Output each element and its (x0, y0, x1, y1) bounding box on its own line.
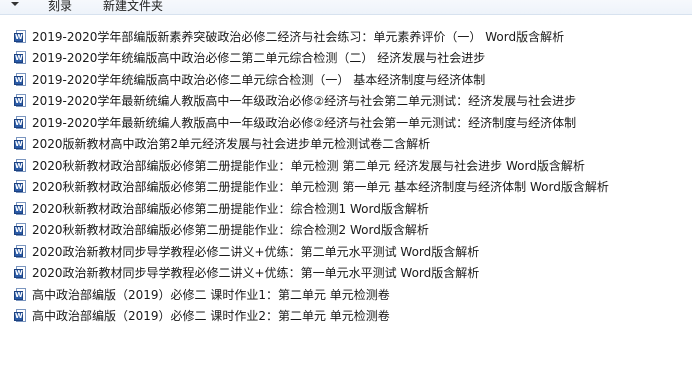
file-name: 2019-2020学年最新统编人教版高中一年级政治必修②经济与社会第一单元测试：… (32, 115, 577, 130)
word-document-icon: W (14, 244, 27, 259)
file-row[interactable]: W 高中政治部编版（2019）必修二 课时作业1：第二单元 单元检测卷 (0, 284, 692, 306)
word-document-icon: W (14, 115, 27, 130)
file-name: 高中政治部编版（2019）必修二 课时作业2：第二单元 单元检测卷 (32, 309, 390, 324)
file-row[interactable]: W 2019-2020学年最新统编人教版高中一年级政治必修②经济与社会第二单元测试… (0, 91, 692, 113)
file-name: 2020秋新教材政治部编版必修第二册提能作业：单元检测 第二单元 经济发展与社会… (32, 158, 585, 173)
file-row[interactable]: W 2020政治新教材同步导学教程必修二讲义+优练：第二单元水平测试 Word版含… (0, 241, 692, 263)
file-name: 2019-2020学年统编版高中政治必修二第二单元综合检测（二） 经济发展与社会… (32, 51, 486, 66)
burn-button[interactable]: 刻录 (48, 0, 72, 14)
word-document-icon: W (14, 287, 27, 302)
file-name: 2020秋新教材政治部编版必修第二册提能作业：综合检测2 Word版含解析 (32, 223, 429, 238)
file-row[interactable]: W 2020政治新教材同步导学教程必修二讲义+优练：第一单元水平测试 Word版含… (0, 263, 692, 285)
word-document-icon: W (14, 29, 27, 44)
chevron-down-icon[interactable] (11, 2, 19, 6)
word-document-icon: W (14, 180, 27, 194)
file-row[interactable]: W 2019-2020学年部编版新素养突破政治必修二经济与社会练习：单元素养评价（… (0, 26, 692, 48)
word-document-icon: W (14, 72, 27, 87)
word-document-icon: W (14, 201, 27, 216)
file-name: 2019-2020学年统编版高中政治必修二单元综合检测（一） 基本经济制度与经济… (32, 72, 486, 87)
file-name: 2020版新教材高中政治第2单元经济发展与社会进步单元检测试卷二含解析 (32, 137, 431, 152)
word-document-icon: W (14, 309, 27, 323)
new-folder-button[interactable]: 新建文件夹 (103, 0, 163, 14)
command-toolbar: 刻录 新建文件夹 (0, 0, 692, 15)
word-document-icon: W (14, 94, 27, 108)
word-document-icon: W (14, 223, 27, 237)
file-name: 2020秋新教材政治部编版必修第二册提能作业：综合检测1 Word版含解析 (32, 201, 429, 216)
file-row[interactable]: W 2020秋新教材政治部编版必修第二册提能作业：综合检测2 Word版含解析 (0, 220, 692, 242)
file-name: 2019-2020学年最新统编人教版高中一年级政治必修②经济与社会第二单元测试：… (32, 94, 577, 109)
file-name: 高中政治部编版（2019）必修二 课时作业1：第二单元 单元检测卷 (32, 287, 390, 302)
word-document-icon: W (14, 158, 27, 173)
explorer-window: 刻录 新建文件夹 W 2019-2020学年部编版新素养突破政治必修二经济与社会练… (0, 0, 692, 372)
file-row[interactable]: W 2019-2020学年统编版高中政治必修二第二单元综合检测（二） 经济发展与社… (0, 48, 692, 70)
file-name: 2020政治新教材同步导学教程必修二讲义+优练：第一单元水平测试 Word版含解… (32, 266, 480, 281)
file-row[interactable]: W 2020秋新教材政治部编版必修第二册提能作业：综合检测1 Word版含解析 (0, 198, 692, 220)
file-row[interactable]: W 高中政治部编版（2019）必修二 课时作业2：第二单元 单元检测卷 (0, 306, 692, 328)
file-name: 2020政治新教材同步导学教程必修二讲义+优练：第二单元水平测试 Word版含解… (32, 244, 480, 259)
file-row[interactable]: W 2020版新教材高中政治第2单元经济发展与社会进步单元检测试卷二含解析 (0, 134, 692, 156)
file-name: 2019-2020学年部编版新素养突破政治必修二经济与社会练习：单元素养评价（一… (32, 29, 565, 44)
file-name: 2020秋新教材政治部编版必修第二册提能作业：单元检测 第一单元 基本经济制度与… (32, 180, 609, 195)
file-row[interactable]: W 2020秋新教材政治部编版必修第二册提能作业：单元检测 第二单元 经济发展与社… (0, 155, 692, 177)
file-list: W 2019-2020学年部编版新素养突破政治必修二经济与社会练习：单元素养评价（… (0, 26, 692, 327)
file-row[interactable]: W 2019-2020学年最新统编人教版高中一年级政治必修②经济与社会第一单元测试… (0, 112, 692, 134)
word-document-icon: W (14, 137, 27, 151)
file-row[interactable]: W 2019-2020学年统编版高中政治必修二单元综合检测（一） 基本经济制度与经… (0, 69, 692, 91)
file-row[interactable]: W 2020秋新教材政治部编版必修第二册提能作业：单元检测 第一单元 基本经济制度… (0, 177, 692, 199)
word-document-icon: W (14, 266, 27, 280)
word-document-icon: W (14, 51, 27, 65)
